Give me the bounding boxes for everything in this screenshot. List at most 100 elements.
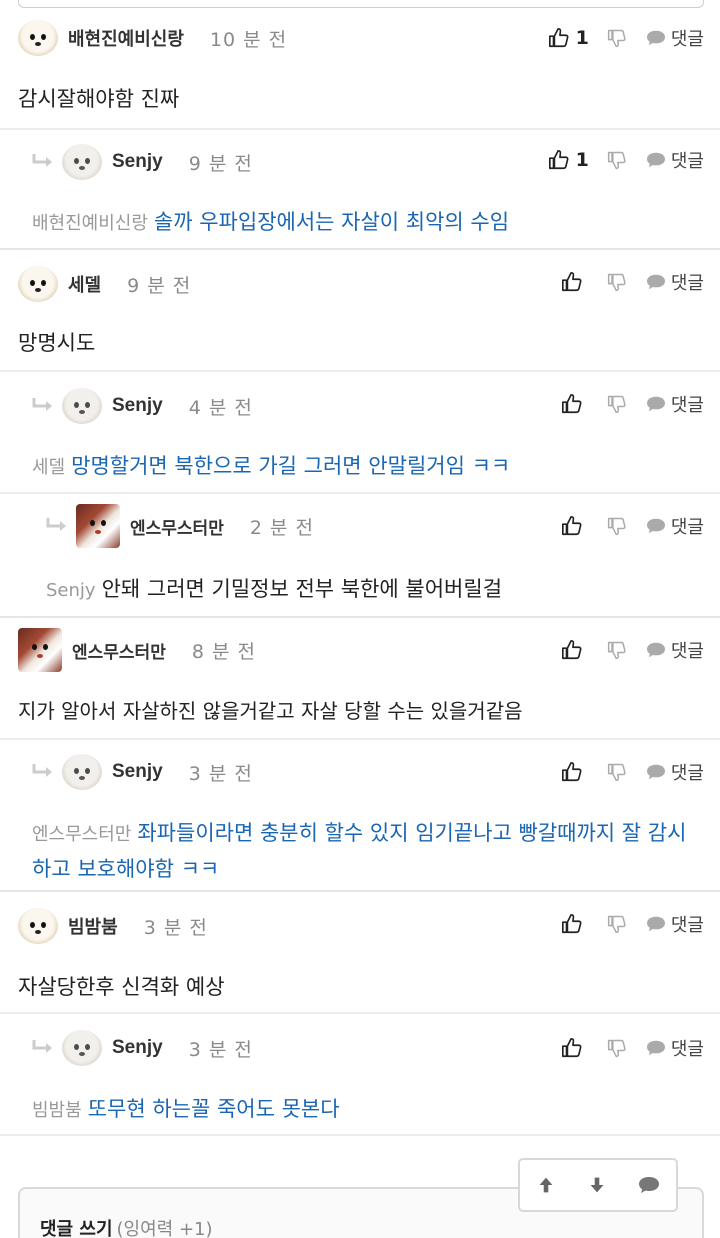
mention[interactable]: 배현진예비신랑: [32, 213, 148, 234]
like-button[interactable]: [561, 393, 589, 415]
dislike-button[interactable]: [607, 150, 627, 170]
comment: 세델 9 분 전 댓글 망명시도: [0, 248, 720, 370]
timestamp: 3 분 전: [188, 762, 253, 785]
comment-text: 자살당한후 신격화 예상: [18, 975, 225, 999]
speech-bubble-icon: [646, 152, 665, 168]
dislike-button[interactable]: [607, 394, 627, 414]
author-name[interactable]: Senjy: [112, 151, 163, 173]
thumbs-down-icon: [607, 763, 626, 782]
reply-button[interactable]: 댓글: [645, 269, 704, 295]
dislike-button[interactable]: [607, 640, 627, 660]
avatar[interactable]: [62, 1030, 102, 1066]
like-button[interactable]: [561, 639, 589, 661]
avatar[interactable]: [62, 754, 102, 790]
author-name[interactable]: Senjy: [112, 1037, 163, 1059]
comment-reply: 엔스무스터만 2 분 전 댓글 Senjy 안돼 그러면 기밀정보 전부 북한에 …: [0, 492, 720, 616]
dislike-button[interactable]: [607, 516, 627, 536]
speech-bubble-icon: [646, 30, 665, 46]
thumbs-up-icon: [561, 1038, 582, 1058]
timestamp: 4 분 전: [188, 396, 253, 419]
comment-body: 배현진예비신랑 솔까 우파입장에서는 자살이 최악의 수임: [32, 205, 509, 241]
dislike-button[interactable]: [607, 762, 627, 782]
mention[interactable]: 세델: [32, 457, 65, 478]
author-name[interactable]: Senjy: [112, 395, 163, 417]
comment-reply: Senjy 4 분 전 댓글 세델 망명할거면 북한으로 가길 그러면 안말릴거임…: [0, 370, 720, 492]
like-button[interactable]: [561, 913, 589, 935]
author-name[interactable]: 엔스무스터만: [72, 638, 166, 663]
avatar[interactable]: [18, 908, 58, 944]
comment-text: 안돼 그러면 기밀정보 전부 북한에 불어버릴걸: [101, 577, 503, 601]
mention[interactable]: Senjy: [46, 580, 96, 601]
reply-arrow-icon: [32, 764, 52, 777]
like-button[interactable]: [561, 1037, 589, 1059]
mention[interactable]: 빔밤붐: [32, 1100, 82, 1121]
thumbs-up-icon: [561, 640, 582, 660]
reply-button[interactable]: 댓글: [645, 1035, 704, 1061]
reply-button[interactable]: 댓글: [645, 911, 704, 937]
avatar[interactable]: [18, 628, 62, 672]
comment-text: 망명할거면 북한으로 가길 그러면 안말릴거임 ㅋㅋ: [71, 454, 511, 478]
timestamp: 3 분 전: [188, 1038, 253, 1061]
mention[interactable]: 엔스무스터만: [32, 824, 131, 845]
like-button[interactable]: [561, 271, 589, 293]
timestamp: 3 분 전: [143, 916, 208, 939]
comment: 배현진예비신랑 10 분 전 1 댓글 감시잘해야함 진짜: [0, 0, 720, 128]
comment-text: 솔까 우파입장에서는 자살이 최악의 수임: [153, 210, 510, 234]
speech-bubble-icon[interactable]: [637, 1175, 661, 1195]
avatar[interactable]: [18, 20, 58, 56]
timestamp: 2 분 전: [249, 516, 314, 539]
reply-label: 댓글: [670, 395, 704, 416]
avatar[interactable]: [62, 144, 102, 180]
avatar[interactable]: [18, 266, 58, 302]
reply-button[interactable]: 댓글: [645, 147, 704, 173]
reply-button[interactable]: 댓글: [645, 391, 704, 417]
speech-bubble-icon: [646, 916, 665, 932]
arrow-down-icon[interactable]: [586, 1174, 608, 1196]
like-button[interactable]: [561, 761, 589, 783]
dislike-button[interactable]: [607, 28, 627, 48]
speech-bubble-icon: [646, 1040, 665, 1056]
author-name[interactable]: Senjy: [112, 761, 163, 783]
comment: 빔밤붐 3 분 전 댓글 자살당한후 신격화 예상: [0, 890, 720, 1012]
reply-button[interactable]: 댓글: [645, 637, 704, 663]
avatar[interactable]: [62, 388, 102, 424]
speech-bubble-icon: [646, 396, 665, 412]
reply-arrow-icon: [46, 518, 66, 531]
comment-body: 빔밤붐 또무현 하는꼴 죽어도 못본다: [32, 1092, 340, 1128]
author-name[interactable]: 세델: [68, 271, 101, 297]
author-name[interactable]: 빔밤붐: [68, 913, 118, 939]
comment-reply: Senjy 3 분 전 댓글 빔밤붐 또무현 하는꼴 죽어도 못본다: [0, 1012, 720, 1136]
comment-text: 망명시도: [18, 331, 96, 355]
like-button[interactable]: 1: [548, 149, 589, 171]
reply-label: 댓글: [670, 915, 704, 936]
write-title: 댓글 쓰기 (잉여력 +1): [40, 1215, 213, 1238]
like-button[interactable]: [561, 515, 589, 537]
dislike-button[interactable]: [607, 914, 627, 934]
thumbs-up-icon: [561, 394, 582, 414]
reply-label: 댓글: [670, 1039, 704, 1060]
comment-text: 또무현 하는꼴 죽어도 못본다: [87, 1097, 340, 1121]
dislike-button[interactable]: [607, 272, 627, 292]
comment-body: 세델 망명할거면 북한으로 가길 그러면 안말릴거임 ㅋㅋ: [32, 449, 510, 485]
reply-label: 댓글: [670, 641, 704, 662]
author-name[interactable]: 엔스무스터만: [130, 514, 224, 539]
timestamp: 9 분 전: [188, 152, 253, 175]
reply-arrow-icon: [32, 154, 52, 167]
comment-text: 지가 알아서 자살하진 않을거같고 자살 당할 수는 있을거같음: [18, 699, 523, 723]
like-button[interactable]: 1: [548, 27, 589, 49]
arrow-up-icon[interactable]: [535, 1174, 557, 1196]
thumbs-down-icon: [607, 915, 626, 934]
reply-button[interactable]: 댓글: [645, 25, 704, 51]
thumbs-down-icon: [607, 29, 626, 48]
reply-button[interactable]: 댓글: [645, 759, 704, 785]
speech-bubble-icon: [646, 764, 665, 780]
speech-bubble-icon: [646, 642, 665, 658]
thumbs-down-icon: [607, 517, 626, 536]
dislike-button[interactable]: [607, 1038, 627, 1058]
thumbs-down-icon: [607, 273, 626, 292]
author-name[interactable]: 배현진예비신랑: [68, 25, 184, 51]
reply-button[interactable]: 댓글: [645, 513, 704, 539]
thumbs-down-icon: [607, 151, 626, 170]
avatar[interactable]: [76, 504, 120, 548]
thumbs-down-icon: [607, 641, 626, 660]
